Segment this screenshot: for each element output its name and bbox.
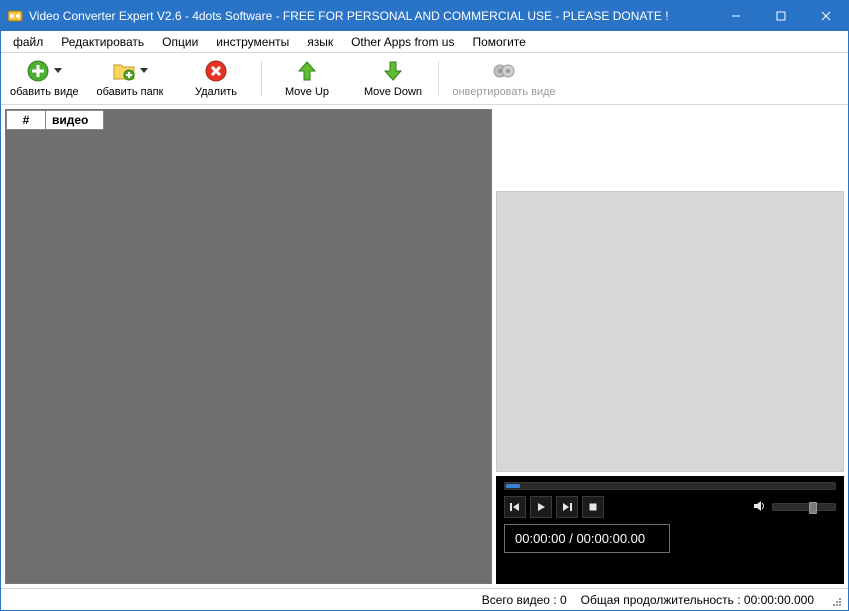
col-header-video[interactable]: видео <box>46 110 104 130</box>
player-controls <box>504 496 836 518</box>
seek-bar[interactable] <box>504 482 836 490</box>
window-controls <box>713 1 848 31</box>
menu-help[interactable]: Помогите <box>464 33 533 51</box>
stop-button[interactable] <box>582 496 604 518</box>
window-title: Video Converter Expert V2.6 - 4dots Soft… <box>29 9 713 23</box>
volume-control <box>754 500 836 515</box>
menu-language[interactable]: язык <box>299 33 341 51</box>
toolbar-separator <box>438 61 439 96</box>
status-total-videos: Всего видео : 0 <box>482 593 567 607</box>
content-area: # видео <box>1 105 848 588</box>
menu-options[interactable]: Опции <box>154 33 206 51</box>
move-down-button[interactable]: Move Down <box>350 55 436 102</box>
volume-thumb[interactable] <box>809 502 817 514</box>
seek-fill <box>506 484 520 488</box>
time-display: 00:00:00 / 00:00:00.00 <box>504 524 670 553</box>
dropdown-chevron-icon <box>52 65 62 77</box>
player-panel: 00:00:00 / 00:00:00.00 <box>496 476 844 584</box>
arrow-up-icon <box>295 59 319 83</box>
add-folder-button[interactable]: обавить папк <box>87 55 173 102</box>
add-video-label: обавить виде <box>10 86 78 98</box>
preview-panel <box>496 191 844 472</box>
close-button[interactable] <box>803 1 848 31</box>
play-button[interactable] <box>530 496 552 518</box>
minimize-button[interactable] <box>713 1 758 31</box>
menu-file[interactable]: файл <box>5 33 51 51</box>
maximize-button[interactable] <box>758 1 803 31</box>
add-video-icon <box>26 59 50 83</box>
dropdown-chevron-icon <box>138 65 148 77</box>
toolbar: обавить виде обавить папк <box>1 53 848 105</box>
prev-button[interactable] <box>504 496 526 518</box>
titlebar: Video Converter Expert V2.6 - 4dots Soft… <box>1 1 848 31</box>
convert-button[interactable]: онвертировать виде <box>441 55 567 102</box>
convert-label: онвертировать виде <box>452 86 555 98</box>
delete-button[interactable]: Удалить <box>173 55 259 102</box>
status-total-duration: Общая продолжительность : 00:00:00.000 <box>581 593 814 607</box>
delete-icon <box>204 59 228 83</box>
menu-tools[interactable]: инструменты <box>208 33 297 51</box>
right-column: 00:00:00 / 00:00:00.00 <box>496 105 848 588</box>
menu-edit[interactable]: Редактировать <box>53 33 152 51</box>
preview-spacer-top <box>496 109 844 187</box>
move-down-label: Move Down <box>364 86 422 98</box>
statusbar: Всего видео : 0 Общая продолжительность … <box>1 588 848 610</box>
add-folder-icon <box>112 59 136 83</box>
add-video-button[interactable]: обавить виде <box>1 55 87 102</box>
app-window: Video Converter Expert V2.6 - 4dots Soft… <box>0 0 849 611</box>
speaker-icon[interactable] <box>754 500 766 515</box>
menu-other-apps[interactable]: Other Apps from us <box>343 33 462 51</box>
video-table-header: # видео <box>6 110 104 130</box>
video-list-panel[interactable]: # видео <box>5 109 492 584</box>
col-header-index[interactable]: # <box>6 110 46 130</box>
add-folder-label: обавить папк <box>97 86 164 98</box>
arrow-down-icon <box>381 59 405 83</box>
next-button[interactable] <box>556 496 578 518</box>
move-up-button[interactable]: Move Up <box>264 55 350 102</box>
convert-icon <box>492 59 516 83</box>
resize-grip-icon[interactable] <box>828 593 842 607</box>
delete-label: Удалить <box>195 86 237 98</box>
menubar: файл Редактировать Опции инструменты язы… <box>1 31 848 53</box>
move-up-label: Move Up <box>285 86 329 98</box>
toolbar-separator <box>261 61 262 96</box>
app-icon <box>7 8 23 24</box>
volume-slider[interactable] <box>772 503 836 511</box>
